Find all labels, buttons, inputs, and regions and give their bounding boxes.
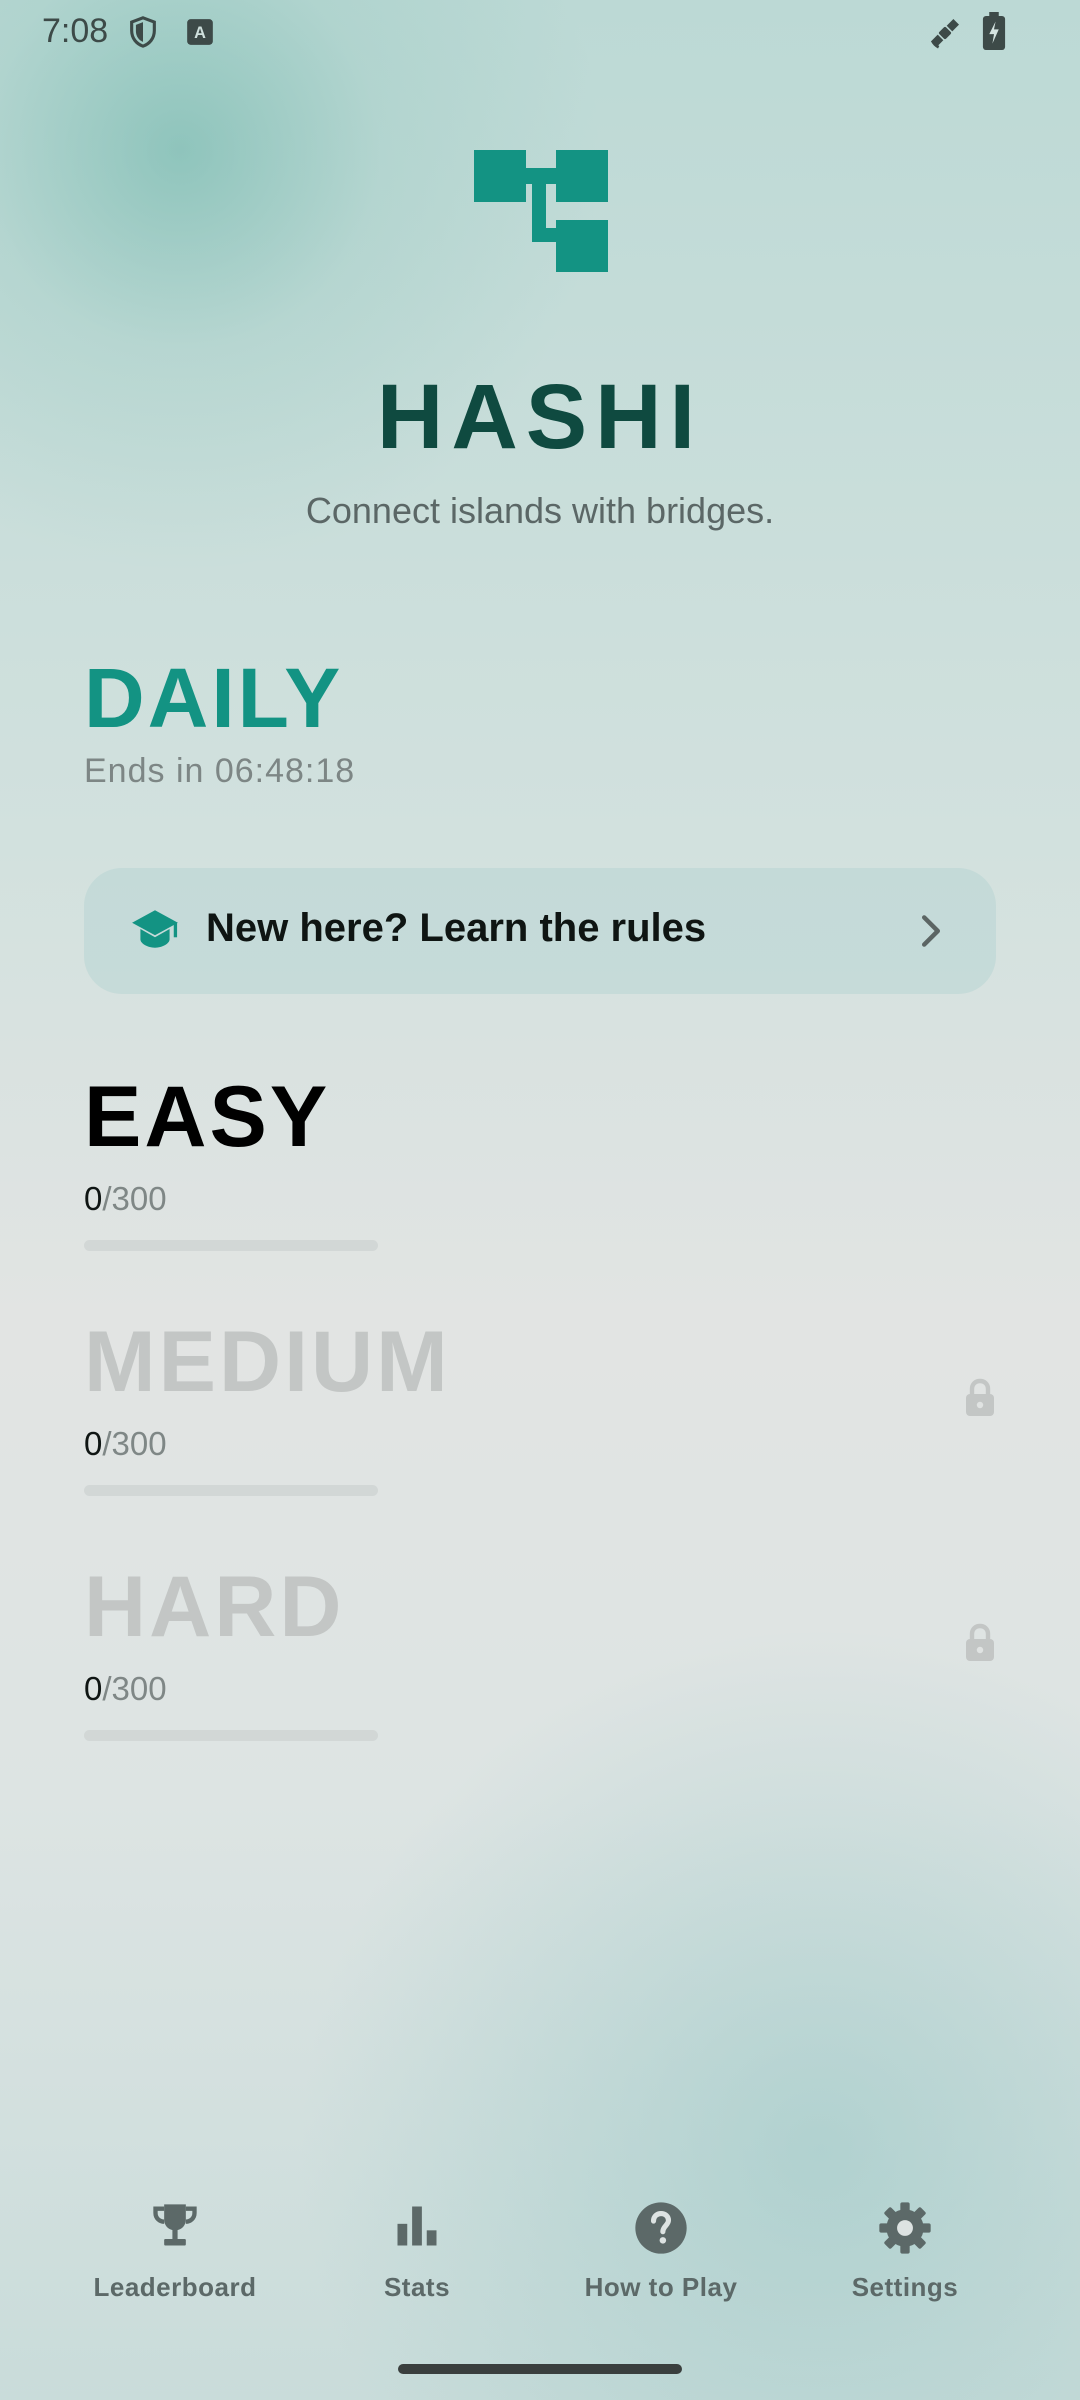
level-completed-count: 0 (84, 1180, 103, 1217)
level-name: HARD (84, 1559, 345, 1655)
level-progress-bar (84, 1240, 378, 1251)
gear-icon (770, 2200, 1040, 2264)
shield-icon (126, 14, 160, 55)
level-hard[interactable]: HARD 0/300 (84, 1558, 996, 1788)
level-progress-bar (84, 1730, 378, 1741)
daily-challenge-title[interactable]: DAILY (84, 650, 343, 747)
nav-leaderboard[interactable]: Leaderboard (40, 2180, 310, 2330)
level-completed-count: 0 (84, 1670, 103, 1707)
learn-rules-button[interactable]: New here? Learn the rules (84, 868, 996, 994)
lock-icon (964, 1377, 996, 1422)
bar-chart-icon (282, 2200, 552, 2264)
level-completed-count: 0 (84, 1425, 103, 1462)
svg-text:A: A (194, 24, 206, 42)
nav-label: Leaderboard (93, 2272, 257, 2302)
nav-how-to-play[interactable]: How to Play (526, 2180, 796, 2330)
nav-settings[interactable]: Settings (770, 2180, 1040, 2330)
level-medium[interactable]: MEDIUM 0/300 (84, 1313, 996, 1543)
graduation-cap-icon (130, 908, 180, 957)
nav-label: Stats (383, 2272, 451, 2302)
level-name: EASY (84, 1069, 331, 1165)
app-subtitle: Connect islands with bridges. (305, 490, 775, 531)
level-progress-text: 0/300 (84, 1425, 167, 1463)
chevron-right-icon (920, 914, 942, 953)
daily-timer: Ends in 06:48:18 (84, 752, 356, 790)
bottom-navigation: Leaderboard Stats How to Play Settings (0, 2180, 1080, 2330)
battery-charging-icon (982, 12, 1006, 55)
status-bar: 7:08 A (0, 0, 1080, 64)
satellite-icon (926, 14, 964, 57)
level-total-count: /300 (102, 1180, 167, 1217)
status-time: 7:08 (42, 12, 109, 50)
keyboard-a-icon: A (186, 18, 214, 51)
level-progress-text: 0/300 (84, 1180, 167, 1218)
hashi-logo-icon (474, 150, 608, 272)
learn-rules-label: New here? Learn the rules (206, 906, 707, 950)
level-total-count: /300 (102, 1670, 167, 1707)
nav-label: How to Play (584, 2272, 738, 2302)
level-progress-bar (84, 1485, 378, 1496)
nav-stats[interactable]: Stats (282, 2180, 552, 2330)
nav-label: Settings (851, 2272, 959, 2302)
level-progress-text: 0/300 (84, 1670, 167, 1708)
level-total-count: /300 (102, 1425, 167, 1462)
help-circle-icon (526, 2200, 796, 2264)
trophy-icon (40, 2200, 310, 2264)
lock-icon (964, 1622, 996, 1667)
level-easy[interactable]: EASY 0/300 (84, 1068, 996, 1298)
level-name: MEDIUM (84, 1314, 451, 1410)
app-title: HASHI (376, 366, 704, 468)
home-indicator[interactable] (398, 2364, 682, 2374)
